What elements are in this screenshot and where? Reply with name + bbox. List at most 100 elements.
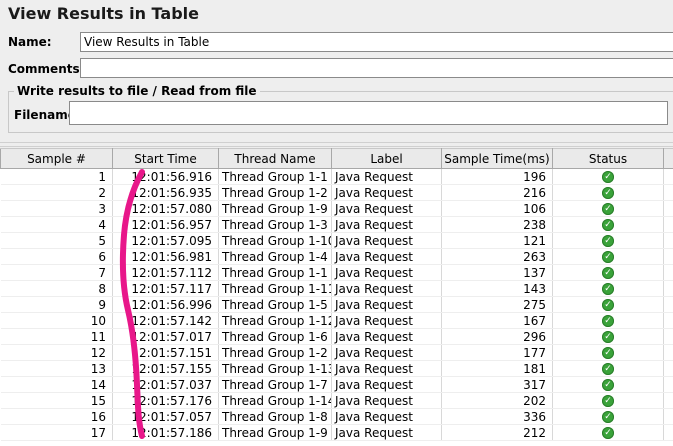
start-time-cell: 12:01:57.080 (112, 200, 219, 217)
status-cell: ✓ (552, 280, 664, 297)
label-cell: Java Request (331, 392, 442, 409)
thread-name-cell: Thread Group 1-10 (218, 232, 332, 249)
comments-label: Comments: (8, 62, 85, 76)
status-cell: ✓ (552, 248, 664, 265)
table-row[interactable]: 5 12:01:57.095 Thread Group 1-10 Java Reque… (0, 232, 673, 249)
status-cell: ✓ (552, 216, 664, 233)
column-header-status[interactable]: Status (552, 148, 664, 169)
table-row[interactable]: 17 12:01:57.186 Thread Group 1-9 Java Reque… (0, 424, 673, 441)
success-shield-icon: ✓ (602, 363, 614, 375)
sample-number-cell: 13 (0, 360, 113, 377)
start-time-cell: 12:01:57.151 (112, 344, 219, 361)
column-header-thread-name[interactable]: Thread Name (218, 148, 332, 169)
column-header-label[interactable]: Label (331, 148, 442, 169)
label-cell: Java Request (331, 248, 442, 265)
thread-name-cell: Thread Group 1-13 (218, 360, 332, 377)
start-time-cell: 12:01:57.095 (112, 232, 219, 249)
filler-cell (663, 328, 673, 345)
table-row[interactable]: 6 12:01:56.981 Thread Group 1-4 Java Reques… (0, 248, 673, 265)
sample-time-cell: 177 (441, 344, 553, 361)
sample-number-cell: 1 (0, 168, 113, 185)
sample-number-cell: 5 (0, 232, 113, 249)
sample-time-cell: 238 (441, 216, 553, 233)
table-row[interactable]: 10 12:01:57.142 Thread Group 1-12 Java Requ… (0, 312, 673, 329)
table-row[interactable]: 9 12:01:56.996 Thread Group 1-5 Java Reques… (0, 296, 673, 313)
label-cell: Java Request (331, 296, 442, 313)
success-shield-icon: ✓ (602, 251, 614, 263)
sample-time-cell: 216 (441, 184, 553, 201)
status-cell: ✓ (552, 344, 664, 361)
table-row[interactable]: 14 12:01:57.037 Thread Group 1-7 Java Reque… (0, 376, 673, 393)
label-cell: Java Request (331, 344, 442, 361)
success-shield-icon: ✓ (602, 347, 614, 359)
sample-time-cell: 137 (441, 264, 553, 281)
sample-number-cell: 6 (0, 248, 113, 265)
filename-field[interactable] (69, 101, 668, 125)
sample-time-cell: 202 (441, 392, 553, 409)
column-header-filler (663, 148, 673, 169)
status-cell: ✓ (552, 424, 664, 441)
sample-time-cell: 336 (441, 408, 553, 425)
sample-time-cell: 143 (441, 280, 553, 297)
table-row[interactable]: 12 12:01:57.151 Thread Group 1-2 Java Reque… (0, 344, 673, 361)
success-shield-icon: ✓ (602, 219, 614, 231)
label-cell: Java Request (331, 328, 442, 345)
start-time-cell: 12:01:57.112 (112, 264, 219, 281)
comments-field[interactable] (80, 58, 673, 78)
status-cell: ✓ (552, 408, 664, 425)
label-cell: Java Request (331, 264, 442, 281)
column-header-sample[interactable]: Sample # (0, 148, 113, 169)
sample-number-cell: 11 (0, 328, 113, 345)
start-time-cell: 12:01:57.037 (112, 376, 219, 393)
table-row[interactable]: 15 12:01:57.176 Thread Group 1-14 Java Requ… (0, 392, 673, 409)
splitter[interactable] (0, 142, 673, 147)
thread-name-cell: Thread Group 1-2 (218, 344, 332, 361)
sample-number-cell: 2 (0, 184, 113, 201)
start-time-cell: 12:01:57.155 (112, 360, 219, 377)
start-time-cell: 12:01:57.176 (112, 392, 219, 409)
success-shield-icon: ✓ (602, 203, 614, 215)
status-cell: ✓ (552, 392, 664, 409)
filler-cell (663, 344, 673, 361)
thread-name-cell: Thread Group 1-5 (218, 296, 332, 313)
status-cell: ✓ (552, 296, 664, 313)
sample-time-cell: 181 (441, 360, 553, 377)
column-header-start-time[interactable]: Start Time (112, 148, 219, 169)
file-group-title: Write results to file / Read from file (14, 84, 260, 98)
sample-time-cell: 296 (441, 328, 553, 345)
filler-cell (663, 360, 673, 377)
label-cell: Java Request (331, 216, 442, 233)
filler-cell (663, 184, 673, 201)
results-table: Sample # Start Time Thread Name Label Sa… (0, 148, 673, 446)
table-row[interactable]: 7 12:01:57.112 Thread Group 1-1 Java Reques… (0, 264, 673, 281)
table-row[interactable]: 4 12:01:56.957 Thread Group 1-3 Java Reques… (0, 216, 673, 233)
thread-name-cell: Thread Group 1-11 (218, 280, 332, 297)
label-cell: Java Request (331, 376, 442, 393)
success-shield-icon: ✓ (602, 171, 614, 183)
filler-cell (663, 200, 673, 217)
table-row[interactable]: 1 12:01:56.916 Thread Group 1-1 Java Reques… (0, 168, 673, 185)
filename-label: Filename (14, 108, 76, 122)
column-header-sample-time[interactable]: Sample Time(ms) (441, 148, 553, 169)
name-field[interactable]: View Results in Table (80, 32, 673, 52)
table-row[interactable]: 2 12:01:56.935 Thread Group 1-2 Java Reques… (0, 184, 673, 201)
table-row[interactable]: 8 12:01:57.117 Thread Group 1-11 Java Reque… (0, 280, 673, 297)
table-row[interactable]: 13 12:01:57.155 Thread Group 1-13 Java Requ… (0, 360, 673, 377)
table-row[interactable]: 3 12:01:57.080 Thread Group 1-9 Java Reques… (0, 200, 673, 217)
table-row[interactable]: 11 12:01:57.017 Thread Group 1-6 Java Reque… (0, 328, 673, 345)
start-time-cell: 12:01:56.981 (112, 248, 219, 265)
sample-number-cell: 15 (0, 392, 113, 409)
sample-number-cell: 8 (0, 280, 113, 297)
start-time-cell: 12:01:56.935 (112, 184, 219, 201)
status-cell: ✓ (552, 328, 664, 345)
thread-name-cell: Thread Group 1-4 (218, 248, 332, 265)
panel-title: View Results in Table (8, 4, 199, 23)
filler-cell (663, 168, 673, 185)
table-header: Sample # Start Time Thread Name Label Sa… (0, 148, 673, 169)
thread-name-cell: Thread Group 1-9 (218, 200, 332, 217)
thread-name-cell: Thread Group 1-1 (218, 168, 332, 185)
filler-cell (663, 392, 673, 409)
label-cell: Java Request (331, 424, 442, 441)
table-row[interactable]: 16 12:01:57.057 Thread Group 1-8 Java Reque… (0, 408, 673, 425)
filler-cell (663, 424, 673, 441)
